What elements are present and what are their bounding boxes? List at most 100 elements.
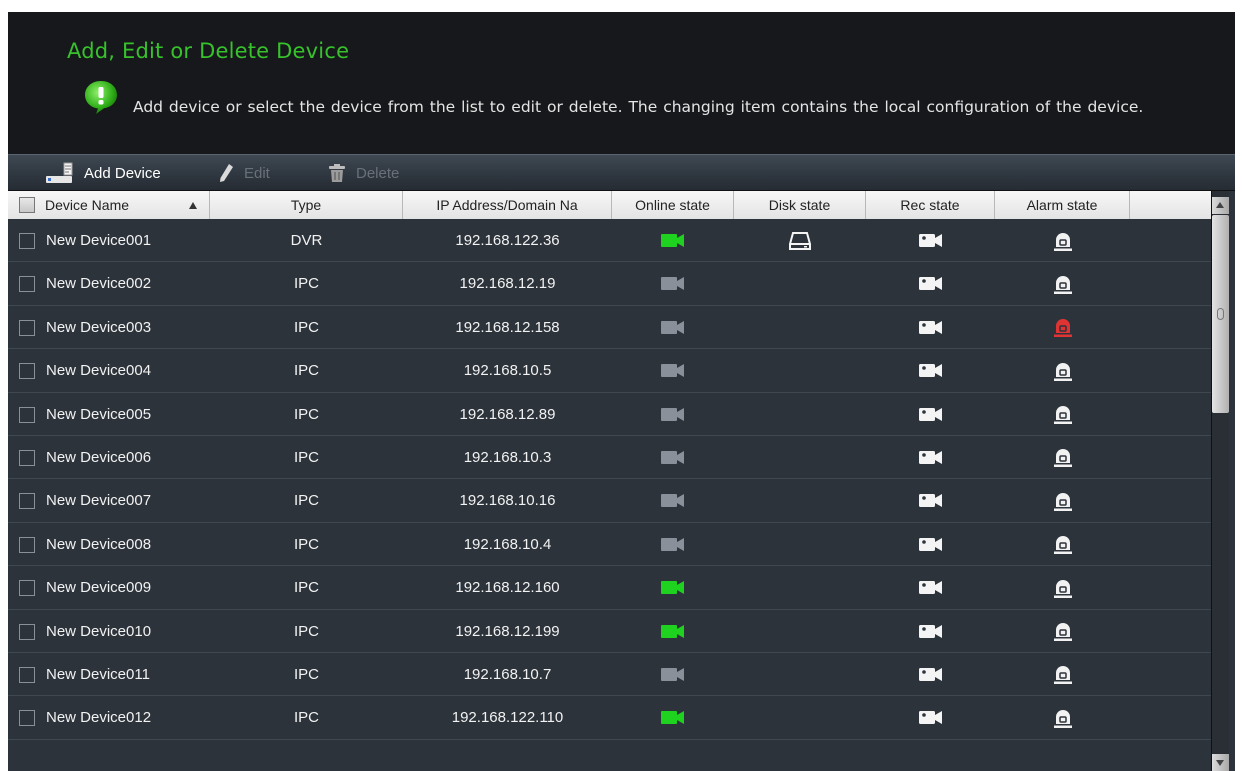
toolbar: Add Device Edit Delete [8, 154, 1235, 191]
record-camera-icon [918, 711, 942, 725]
rec-state-cell [866, 306, 995, 349]
record-camera-icon [918, 277, 942, 291]
alarm-icon [1053, 623, 1072, 642]
column-header-rec-state[interactable]: Rec state [866, 191, 995, 219]
device-type: IPC [293, 362, 319, 380]
row-filler [1130, 696, 1211, 739]
alarm-icon [1053, 492, 1072, 511]
row-checkbox[interactable] [19, 623, 35, 640]
alarm-icon [1053, 449, 1072, 468]
row-checkbox[interactable] [19, 580, 35, 597]
online-state-cell [612, 219, 734, 262]
table-row[interactable]: New Device009 IPC 192.168.12.160 [8, 566, 1211, 610]
delete-label: Delete [356, 164, 400, 182]
device-ip: 192.168.10.5 [463, 362, 552, 380]
table-row[interactable]: New Device004 IPC 192.168.10.5 [8, 349, 1211, 393]
table-row[interactable]: New Device007 IPC 192.168.10.16 [8, 479, 1211, 523]
vertical-scrollbar[interactable] [1211, 191, 1229, 771]
table-row[interactable]: New Device010 IPC 192.168.12.199 [8, 610, 1211, 653]
alarm-state-cell [995, 262, 1130, 305]
device-name-cell: New Device009 [8, 566, 210, 609]
alarm-state-cell [995, 653, 1130, 696]
record-camera-icon [918, 364, 942, 378]
device-name-cell: New Device004 [8, 349, 210, 392]
scroll-thumb[interactable] [1212, 215, 1229, 413]
delete-button[interactable]: Delete [328, 155, 399, 191]
table-row[interactable]: New Device003 IPC 192.168.12.158 [8, 306, 1211, 350]
device-type: IPC [293, 492, 319, 510]
record-camera-icon [918, 581, 942, 595]
disk-state-cell [734, 610, 866, 653]
device-name-cell: New Device006 [8, 436, 210, 479]
rec-state-cell [866, 393, 995, 436]
column-header-disk-state[interactable]: Disk state [734, 191, 866, 219]
offline-camera-icon [661, 320, 684, 334]
alarm-state-cell [995, 523, 1130, 566]
disk-state-cell [734, 219, 866, 262]
online-camera-icon [661, 234, 684, 247]
disk-state-cell [734, 696, 866, 739]
row-checkbox[interactable] [19, 710, 35, 727]
offline-camera-icon [661, 537, 684, 551]
device-ip: 192.168.12.89 [459, 405, 556, 423]
disk-state-cell [734, 393, 866, 436]
online-state-cell [612, 566, 734, 609]
edit-label: Edit [244, 164, 270, 182]
scroll-up-button[interactable] [1212, 197, 1229, 214]
column-header-online-state[interactable]: Online state [612, 191, 734, 219]
hard-disk-icon [789, 231, 811, 250]
row-checkbox[interactable] [19, 536, 35, 553]
row-filler [1130, 219, 1211, 262]
offline-camera-icon [661, 364, 684, 378]
rec-state-cell [866, 479, 995, 522]
table-row[interactable]: New Device005 IPC 192.168.12.89 [8, 393, 1211, 436]
online-state-cell [612, 479, 734, 522]
table-row[interactable]: New Device008 IPC 192.168.10.4 [8, 523, 1211, 567]
row-checkbox[interactable] [19, 319, 35, 336]
row-checkbox[interactable] [19, 363, 35, 380]
offline-camera-icon [661, 450, 684, 464]
row-checkbox[interactable] [19, 276, 35, 293]
rec-state-cell [866, 566, 995, 609]
table-row[interactable]: New Device006 IPC 192.168.10.3 [8, 436, 1211, 480]
column-header-alarm-state[interactable]: Alarm state [995, 191, 1130, 219]
device-name: New Device003 [46, 318, 152, 336]
device-name-cell: New Device001 [8, 219, 210, 262]
alarm-state-cell [995, 566, 1130, 609]
table-row[interactable]: New Device011 IPC 192.168.10.7 [8, 653, 1211, 697]
rec-state-cell [866, 653, 995, 696]
online-state-cell [612, 349, 734, 392]
online-state-cell [612, 306, 734, 349]
table-row[interactable]: New Device001 DVR 192.168.122.36 [8, 219, 1211, 263]
column-header-type[interactable]: Type [210, 191, 403, 219]
add-device-icon [46, 162, 73, 183]
row-checkbox[interactable] [19, 449, 35, 466]
device-name-cell: New Device010 [8, 610, 210, 653]
online-state-cell [612, 262, 734, 305]
trash-icon [329, 164, 345, 182]
table-row[interactable]: New Device012 IPC 192.168.122.110 [8, 696, 1211, 740]
device-type: IPC [293, 622, 319, 640]
online-state-cell [612, 393, 734, 436]
add-device-button[interactable]: Add Device [44, 155, 161, 191]
edit-button[interactable]: Edit [218, 155, 270, 191]
device-name: New Device010 [46, 622, 152, 640]
scroll-down-button[interactable] [1212, 754, 1229, 771]
row-checkbox[interactable] [19, 233, 35, 249]
device-name: New Device011 [46, 665, 150, 683]
device-name-cell: New Device011 [8, 653, 210, 696]
alarm-icon [1053, 275, 1072, 294]
select-all-checkbox[interactable] [19, 197, 35, 213]
row-checkbox[interactable] [19, 666, 35, 683]
record-camera-icon [918, 537, 942, 551]
row-checkbox[interactable] [19, 406, 35, 423]
alarm-state-cell [995, 393, 1130, 436]
device-manager-panel: Add, Edit or Delete Device Add device or… [8, 12, 1235, 771]
device-type: IPC [293, 535, 319, 553]
row-checkbox[interactable] [19, 493, 35, 510]
column-header-device-name[interactable]: Device Name [8, 191, 210, 219]
table-row[interactable]: New Device002 IPC 192.168.12.19 [8, 262, 1211, 306]
row-filler [1130, 479, 1211, 522]
column-header-ip[interactable]: IP Address/Domain Na [403, 191, 612, 219]
online-state-cell [612, 610, 734, 653]
